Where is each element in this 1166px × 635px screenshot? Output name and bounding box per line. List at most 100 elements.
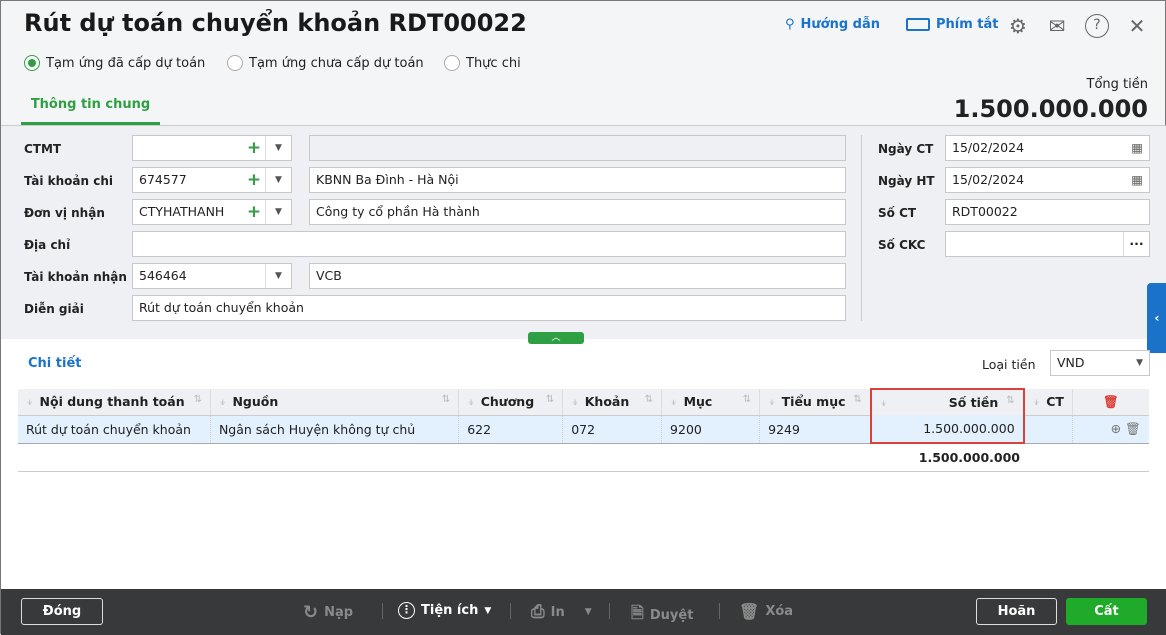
spending-account-combo[interactable]: 674577 + ▼ <box>132 167 292 193</box>
detail-table: ⍖ Nội dung thanh toán ⇅ ⍖ Nguồn ⇅ ⍖ Chương ⇅ ⍖… <box>18 388 1149 444</box>
column-divider <box>861 135 862 321</box>
separator <box>510 603 511 619</box>
col-amount[interactable]: ⍖ ⇅ Số tiền <box>869 388 1025 415</box>
cancel-button[interactable]: Hoãn <box>976 598 1057 625</box>
col-source[interactable]: ⍖ Nguồn ⇅ <box>210 389 460 416</box>
receiving-account-combo[interactable]: 546464 ▼ <box>132 263 292 289</box>
document-icon: 🗎 <box>631 603 644 622</box>
gear-icon[interactable]: ⚙ <box>1006 14 1030 38</box>
tab-general-info[interactable]: Thông tin chung <box>21 97 160 125</box>
delete-button[interactable]: 🗑 Xóa <box>739 602 793 621</box>
page-title: Rút dự toán chuyển khoản RDT00022 <box>24 9 527 37</box>
side-panel-toggle[interactable]: ‹ <box>1147 283 1166 353</box>
chevron-up-icon: ︿ <box>551 333 561 343</box>
cell-source[interactable]: Ngân sách Huyện không tự chủ <box>210 415 460 444</box>
post-date-input[interactable]: 15/02/2024 ▦ <box>945 167 1150 193</box>
spending-account-name[interactable]: KBNN Ba Đình - Hà Nội <box>309 167 846 193</box>
shortcuts-link[interactable]: Phím tắt <box>906 17 999 32</box>
close-icon[interactable]: ✕ <box>1125 14 1149 38</box>
currency-label: Loại tiền <box>982 357 1036 372</box>
help-icon[interactable]: ? <box>1085 14 1109 38</box>
post-date-label: Ngày HT <box>878 174 935 188</box>
radio-advance-allocated[interactable]: Tạm ứng đã cấp dự toán <box>24 55 205 71</box>
doc-date-input[interactable]: 15/02/2024 ▦ <box>945 135 1150 161</box>
plus-icon[interactable]: + <box>243 200 265 224</box>
amount-sum: 1.500.000.000 <box>918 450 1020 465</box>
printer-icon: ⎙ <box>531 602 545 622</box>
table-row[interactable]: Rút dự toán chuyển khoản Ngân sách Huyện… <box>18 415 1149 444</box>
cell-item[interactable]: 9200 <box>661 415 761 444</box>
col-subitem[interactable]: ⍖ Tiểu mục ⇅ <box>759 389 872 416</box>
cell-subitem[interactable]: 9249 <box>759 415 872 444</box>
chevron-down-icon[interactable]: ▼ <box>265 200 291 224</box>
receiving-account-code: 546464 <box>139 268 187 283</box>
ckc-number-input[interactable]: ··· <box>945 231 1150 257</box>
radio-actual-spending[interactable]: Thực chi <box>444 55 521 71</box>
guide-link[interactable]: ⚲ Hướng dẫn <box>785 17 880 32</box>
calendar-icon[interactable]: ▦ <box>1131 136 1143 160</box>
reload-button[interactable]: ↻ Nạp <box>303 602 353 623</box>
receiving-account-label: Tài khoản nhận <box>24 270 127 284</box>
chevron-down-icon[interactable]: ▼ <box>265 264 291 288</box>
receiving-bank-name[interactable]: VCB <box>309 263 846 289</box>
table-bottom-line <box>18 471 1149 472</box>
doc-date-label: Ngày CT <box>878 142 934 156</box>
ctmt-code <box>133 136 243 160</box>
doc-date-value: 15/02/2024 <box>952 140 1025 155</box>
recipient-label: Đơn vị nhận <box>24 206 105 220</box>
calendar-icon[interactable]: ▦ <box>1131 168 1143 192</box>
radio-label: Thực chi <box>466 55 521 71</box>
chevron-down-icon: ▼ <box>584 607 592 617</box>
recipient-combo[interactable]: CTYHATHANH + ▼ <box>132 199 292 225</box>
utilities-button[interactable]: ⋮ Tiện ích ▼ <box>398 602 491 619</box>
currency-value: VND <box>1057 355 1085 370</box>
approve-button[interactable]: 🗎 Duyệt <box>631 602 693 629</box>
recipient-name[interactable]: Công ty cổ phần Hà thành <box>309 199 846 225</box>
chevron-left-icon: ‹ <box>1154 310 1160 325</box>
description-input[interactable]: Rút dự toán chuyển khoản <box>132 295 846 321</box>
refresh-icon: ↻ <box>303 602 319 623</box>
address-label: Địa chỉ <box>24 238 71 252</box>
currency-select[interactable]: VND ▼ <box>1050 350 1150 376</box>
radio-circle <box>444 55 460 71</box>
cell-content[interactable]: Rút dự toán chuyển khoản <box>18 415 211 444</box>
col-chapter[interactable]: ⍖ Chương ⇅ <box>458 389 564 416</box>
col-item[interactable]: ⍖ Mục ⇅ <box>661 389 761 416</box>
ctmt-combo[interactable]: + ▼ <box>132 135 292 161</box>
col-content[interactable]: ⍖ Nội dung thanh toán ⇅ <box>18 389 211 416</box>
plus-icon[interactable]: + <box>243 136 265 160</box>
col-ct[interactable]: ⍖ CT <box>1023 389 1073 416</box>
ctmt-label: CTMT <box>24 142 62 156</box>
cell-amount[interactable]: 1.500.000.000 <box>869 415 1025 444</box>
delete-all-icon[interactable]: 🗑 <box>1072 389 1149 416</box>
col-section[interactable]: ⍖ Khoản ⇅ <box>562 389 663 416</box>
cell-ct[interactable] <box>1023 415 1073 444</box>
more-icon[interactable]: ··· <box>1123 232 1149 256</box>
radio-advance-unallocated[interactable]: Tạm ứng chưa cấp dự toán <box>227 55 424 71</box>
mail-forward-icon[interactable]: ✉ <box>1045 14 1069 38</box>
address-input[interactable] <box>132 231 846 257</box>
chevron-down-icon: ▼ <box>484 605 492 616</box>
plus-icon[interactable]: + <box>243 168 265 192</box>
chevron-down-icon[interactable]: ▼ <box>265 136 291 160</box>
recipient-code: CTYHATHANH <box>139 204 225 219</box>
cell-section[interactable]: 072 <box>562 415 663 444</box>
spending-account-label: Tài khoản chi <box>24 174 113 188</box>
cell-chapter[interactable]: 622 <box>458 415 564 444</box>
separator <box>382 603 383 619</box>
post-date-value: 15/02/2024 <box>952 172 1025 187</box>
signpost-icon: ⚲ <box>785 17 795 32</box>
trash-icon: 🗑 <box>739 602 760 621</box>
add-row-icon[interactable]: ⊕ <box>1111 421 1121 436</box>
print-button[interactable]: ⎙ In ▼ <box>531 602 592 622</box>
chevron-down-icon[interactable]: ▼ <box>265 168 291 192</box>
delete-row-icon[interactable]: 🗑 <box>1125 421 1141 436</box>
description-label: Diễn giải <box>24 302 84 316</box>
guide-label: Hướng dẫn <box>800 17 881 32</box>
collapse-toggle[interactable]: ︿ <box>528 332 584 344</box>
table-header: ⍖ Nội dung thanh toán ⇅ ⍖ Nguồn ⇅ ⍖ Chương ⇅ ⍖… <box>18 388 1149 416</box>
save-button[interactable]: Cất <box>1066 598 1147 625</box>
close-button[interactable]: Đóng <box>21 598 103 625</box>
doc-number-input[interactable]: RDT00022 <box>945 199 1150 225</box>
chevron-down-icon: ▼ <box>1136 358 1143 368</box>
